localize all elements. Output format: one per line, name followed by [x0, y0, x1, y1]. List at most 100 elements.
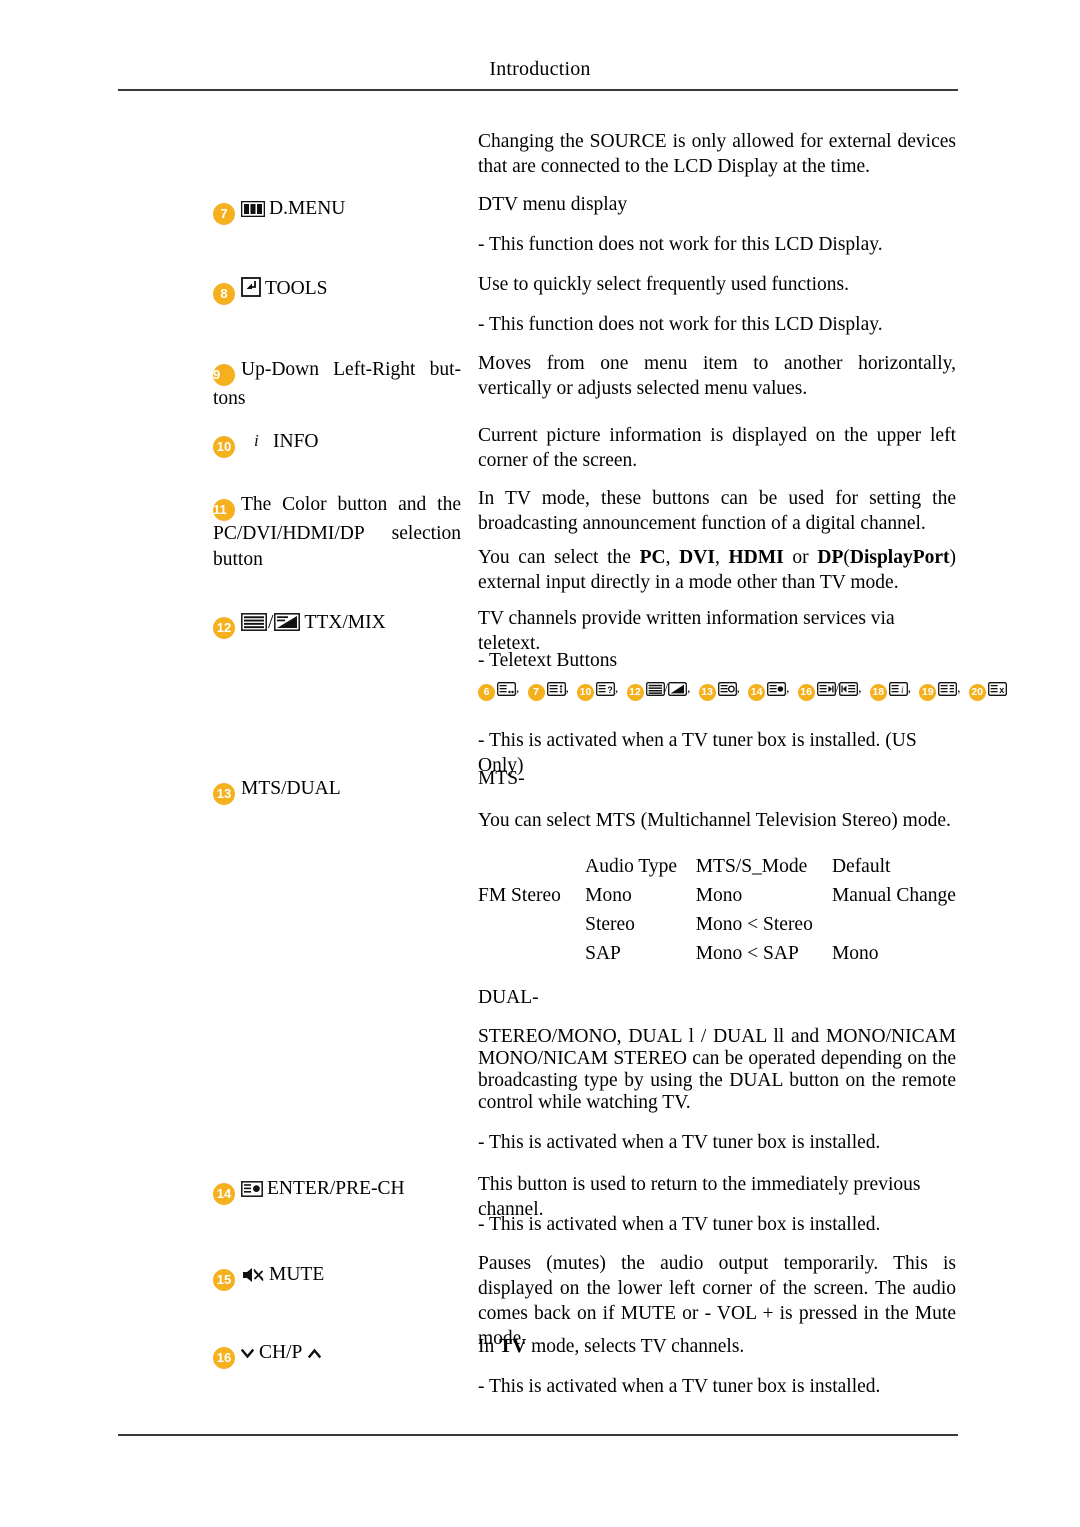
teletext-size-icon [546, 680, 566, 696]
ttx-icon [241, 613, 267, 631]
teletext-cancel-icon: x [987, 680, 1007, 696]
badge-tt-6: 6 [478, 684, 495, 701]
info-icon: i [251, 431, 263, 449]
mts-heading: MTS- [478, 768, 525, 789]
page-header-title: Introduction [489, 58, 591, 80]
row-label-updown-leftright: 9 Up-Down Left-Right but-tons [213, 357, 461, 412]
teletext-comma: , [786, 680, 790, 696]
label-tools: TOOLS [265, 278, 328, 299]
teletext-subpage-icon [767, 680, 787, 696]
badge-tt-14: 14 [748, 684, 766, 701]
row-label-mute: 15 MUTE [213, 1262, 461, 1291]
svg-text:i: i [901, 686, 904, 696]
svg-text:i: i [254, 431, 259, 449]
badge-8: 8 [213, 283, 235, 305]
teletext-entry-6: 6 [478, 678, 516, 701]
desc-prefix: You can select the [478, 547, 640, 568]
header-cell-mts-s-mode: MTS/S_Mode [695, 856, 808, 877]
badge-11: 11 [213, 499, 235, 521]
teletext-entry-20: 20 x [968, 678, 1007, 701]
teletext-comma: , [858, 680, 862, 696]
cell-mode-mono-sap: Mono < SAP [695, 943, 799, 964]
header-divider [118, 89, 958, 91]
teletext-entry-13: 13 [698, 678, 737, 701]
teletext-button-strip: 6, 7, 10?, 12/, 13, 14, 16/, 18 i, 19, 20… [478, 678, 1007, 701]
row-label-enter-prech: 14 ENTER/PRE-CH [213, 1176, 461, 1205]
header-cell-blank [478, 852, 585, 881]
mts-description: You can select MTS (Multichannel Televis… [478, 810, 951, 831]
label-d-menu: D.MENU [269, 198, 346, 219]
teletext-page-up-icon [839, 680, 859, 696]
desc-updown-leftright: Moves from one menu item to another hori… [478, 353, 956, 399]
cell-audio-type-stereo: Stereo [585, 914, 635, 935]
teletext-ttx-icon [645, 680, 665, 696]
svg-text:x: x [999, 685, 1004, 695]
teletext-mix-icon [668, 680, 688, 696]
teletext-entry-18: 18 i [869, 678, 908, 701]
desc-color-source-1: In TV mode, these buttons can be used fo… [478, 488, 956, 534]
desc-info: Current picture information is displayed… [478, 425, 956, 471]
teletext-comma: , [736, 680, 740, 696]
teletext-comma: , [516, 680, 520, 696]
row-label-tools: 8 TOOLS [213, 276, 461, 305]
mix-icon [274, 613, 301, 631]
ttx-mix-separator: / [268, 612, 274, 633]
teletext-entry-14: 14 [748, 678, 787, 701]
desc-prefix: In [478, 1336, 500, 1357]
desc-tools-1: Use to quickly select frequently used fu… [478, 274, 849, 295]
tools-icon [241, 277, 261, 297]
header-cell-default: Default [831, 856, 891, 877]
chevron-up-icon [308, 1348, 322, 1359]
cell-mode-mono-stereo: Mono < Stereo [695, 914, 813, 935]
keyword-dp: DP [817, 547, 844, 568]
label-color-source-button: The Color button and the PC/DVI/HDMI/DP … [213, 494, 461, 570]
teletext-hold-icon [717, 680, 737, 696]
cell-blank [478, 910, 585, 939]
label-updown-leftright: Up-Down Left-Right but-tons [213, 359, 461, 409]
row-label-ch-p: 16 CH/P [213, 1340, 461, 1369]
teletext-entry-7: 7 [527, 678, 566, 701]
desc-ch-p-2: - This is activated when a TV tuner box … [478, 1376, 881, 1397]
footer-divider [118, 1434, 958, 1436]
cell-default-manual-change: Manual Change [831, 885, 956, 906]
keyword-tv: TV [499, 1336, 527, 1357]
badge-10: 10 [213, 436, 235, 458]
mute-icon [241, 1265, 265, 1285]
label-info: INFO [273, 431, 319, 452]
cell-audio-type-mono: Mono [585, 885, 632, 906]
dual-note: - This is activated when a TV tuner box … [478, 1132, 881, 1153]
row-label-mts-dual: 13 MTS/DUAL [213, 776, 461, 805]
badge-tt-19: 19 [919, 684, 937, 701]
badge-12: 12 [213, 617, 235, 639]
label-ttx-mix: TTX/MIX [304, 612, 386, 633]
teletext-comma: , [907, 680, 911, 696]
teletext-comma: , [565, 680, 569, 696]
svg-text:?: ? [607, 685, 613, 695]
keyword-pc: PC [639, 547, 666, 568]
desc-color-source-2: You can select the PC, DVI, HDMI or DP(D… [478, 547, 957, 593]
cell-audio-type-sap: SAP [585, 943, 621, 964]
badge-tt-16: 16 [797, 684, 815, 701]
teletext-reveal-icon: ? [596, 680, 615, 696]
table-row: FM Stereo Mono Mono Manual Change [478, 881, 956, 910]
teletext-entry-19: 19 [919, 678, 958, 701]
label-enter-prech: ENTER/PRE-CH [267, 1178, 405, 1199]
badge-13: 13 [213, 783, 235, 805]
dual-description: STEREO/MONO, DUAL l / DUAL ll and MONO/N… [478, 1026, 956, 1113]
row-label-color-source-button: 11 The Color button and the PC/DVI/HDMI/D… [213, 492, 461, 573]
d-menu-icon [241, 201, 265, 217]
table-header-row: Audio Type MTS/S_Mode Default [478, 852, 956, 881]
dual-heading: DUAL- [478, 987, 539, 1008]
badge-9: 9 [213, 364, 235, 386]
badge-7: 7 [213, 203, 235, 225]
mts-modes-table: Audio Type MTS/S_Mode Default FM Stereo … [478, 852, 956, 968]
cell-default-blank [832, 910, 956, 939]
desc-ch-p-1: In TV mode, selects TV channels. [478, 1334, 956, 1359]
badge-tt-20: 20 [968, 684, 986, 701]
desc-ttx-mix-2: - Teletext Buttons [478, 650, 618, 671]
badge-tt-13: 13 [698, 684, 716, 701]
chevron-down-icon [241, 1348, 254, 1359]
badge-tt-18: 18 [869, 684, 887, 701]
keyword-hdmi: HDMI [728, 547, 784, 568]
cell-blank [478, 939, 585, 968]
